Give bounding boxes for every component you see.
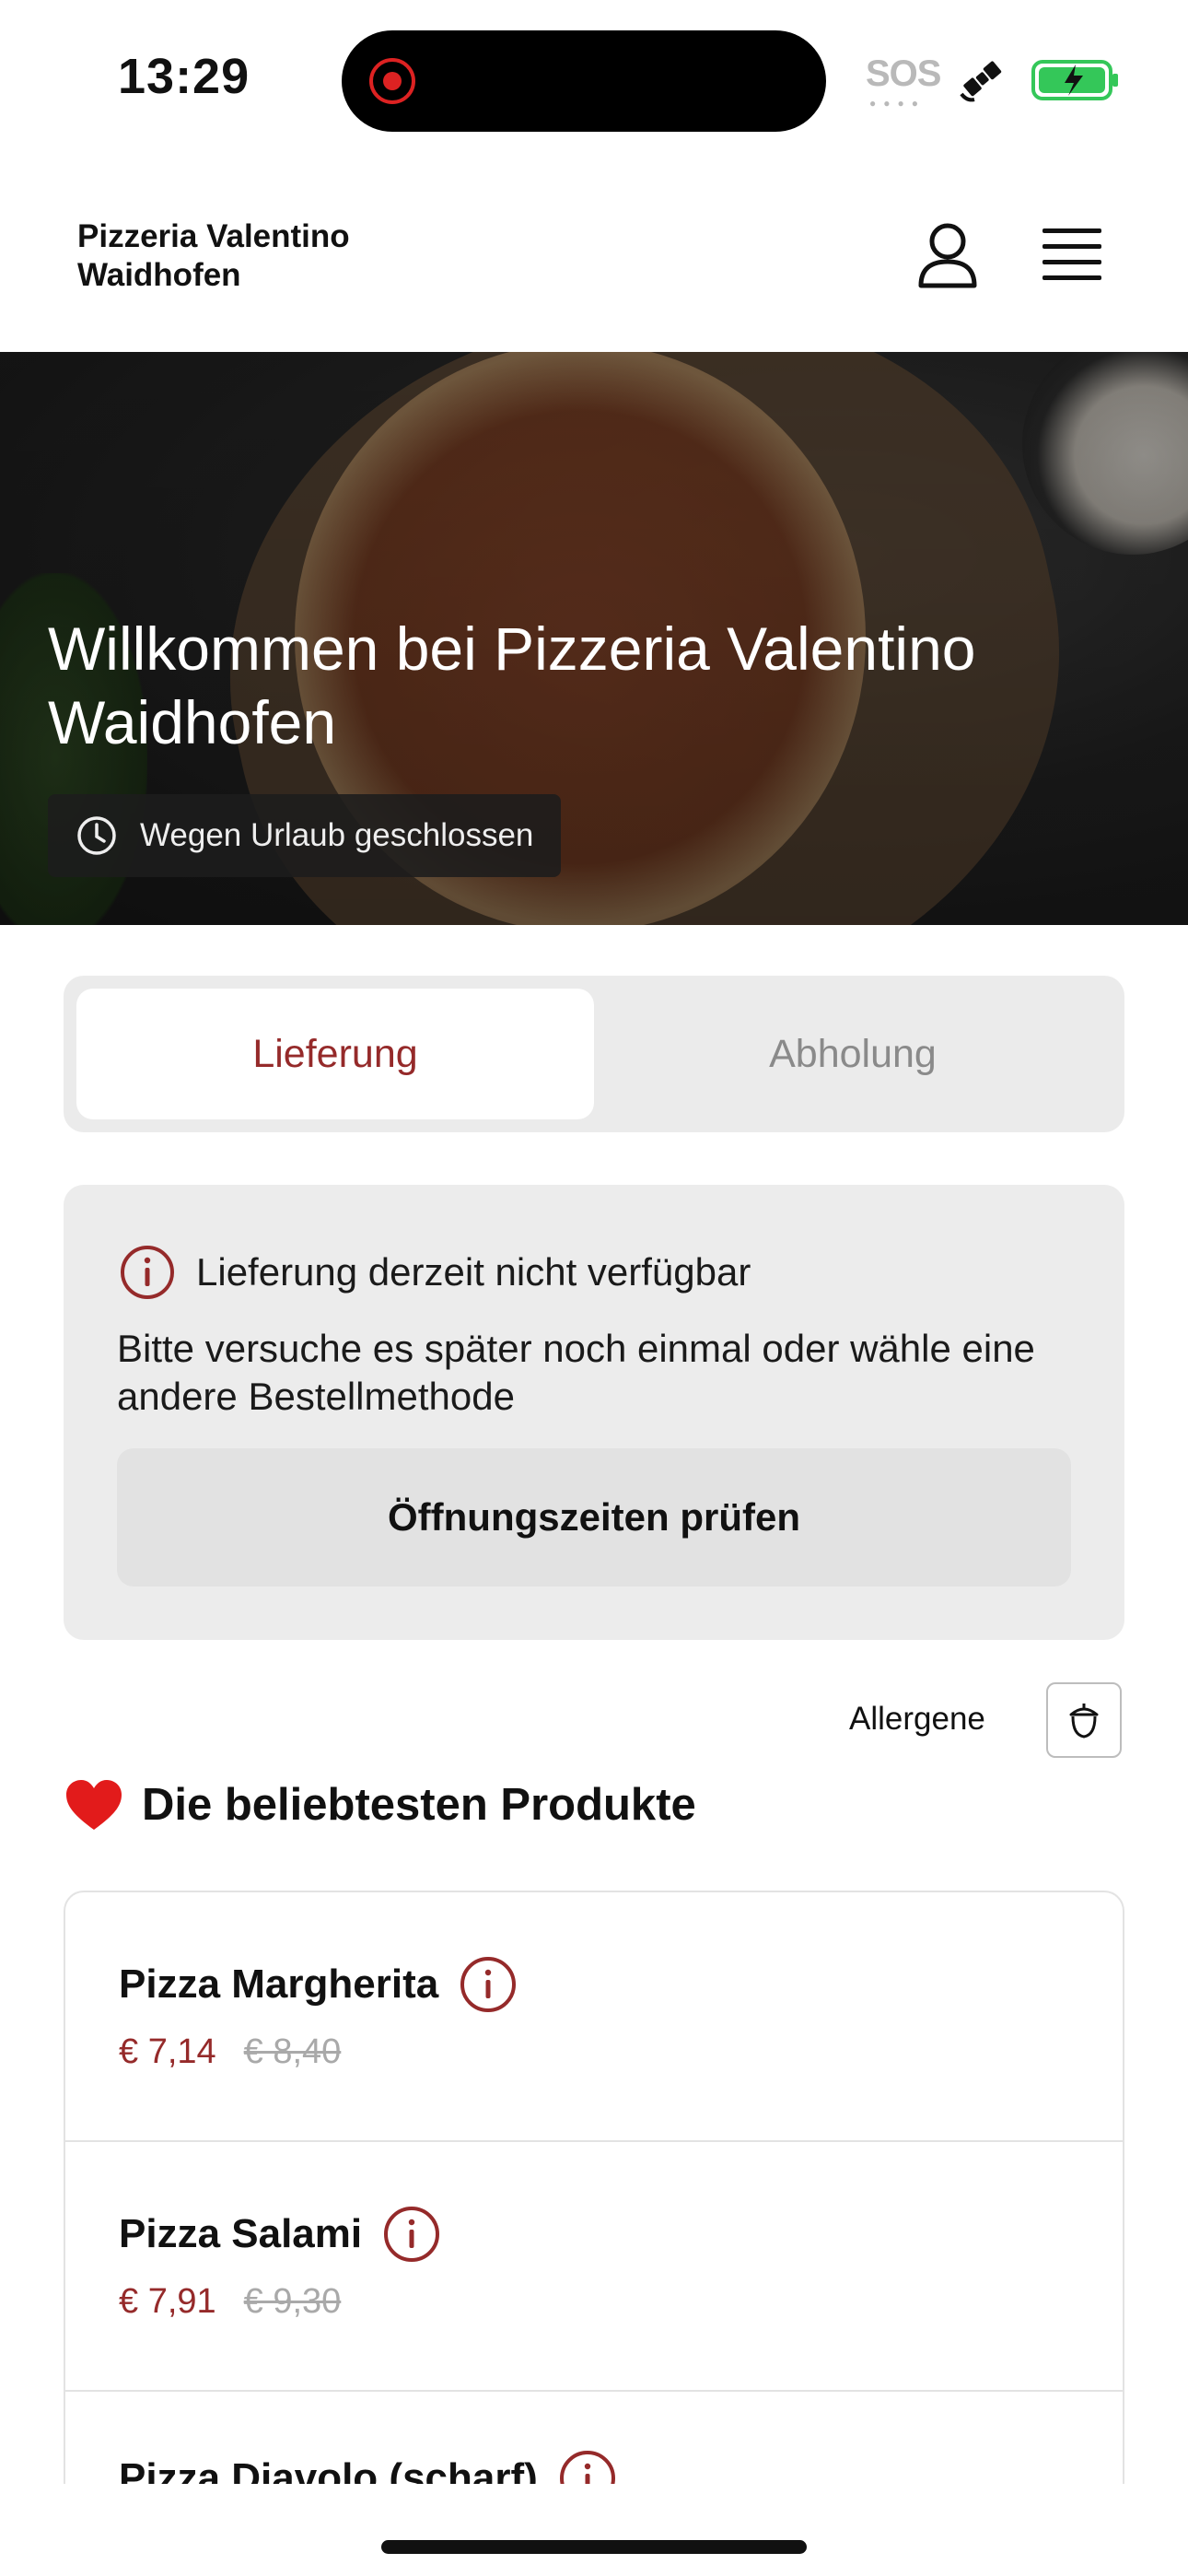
restaurant-name[interactable]: Pizzeria Valentino Waidhofen [77, 217, 446, 295]
product-name: Pizza Margherita [119, 1961, 439, 2007]
heart-icon [66, 1780, 122, 1830]
sos-indicator: SOS [866, 53, 941, 94]
delivery-unavailable-notice: Lieferung derzeit nicht verfügbar Bitte … [64, 1185, 1124, 1640]
status-badge-label: Wegen Urlaub geschlossen [140, 817, 534, 853]
tab-delivery[interactable]: Lieferung [76, 989, 594, 1119]
product-old-price: € 8,40 [243, 2032, 342, 2071]
product-item[interactable]: Pizza Salami € 7,91 € 9,30 [65, 2142, 1123, 2392]
battery-charging-icon [1031, 60, 1118, 100]
signal-dots: ●●●● [869, 97, 926, 110]
product-item[interactable]: Pizza Diavolo (scharf) [65, 2392, 1123, 2484]
status-badge: Wegen Urlaub geschlossen [48, 794, 562, 877]
info-icon[interactable] [558, 2449, 617, 2484]
app-header: Pizzeria Valentino Waidhofen [0, 157, 1188, 352]
acorn-icon [1069, 1704, 1099, 1739]
section-title-popular: Die beliebtesten Produkte [64, 1778, 696, 1832]
tab-pickup[interactable]: Abholung [594, 989, 1112, 1119]
hero-banner: Willkommen bei Pizzeria Valentino Waidho… [0, 352, 1188, 925]
allergens-label[interactable]: Allergene [849, 1701, 985, 1738]
info-icon[interactable] [382, 2205, 441, 2264]
home-indicator[interactable] [381, 2540, 807, 2554]
hero-title: Willkommen bei Pizzeria Valentino Waidho… [48, 615, 976, 756]
notice-text: Bitte versuche es später noch einmal ode… [117, 1327, 1035, 1418]
notice-header: Lieferung derzeit nicht verfügbar [119, 1244, 751, 1301]
clock-icon [77, 816, 116, 855]
check-opening-hours-button[interactable]: Öffnungszeiten prüfen [117, 1448, 1071, 1587]
status-bar: 13:29 SOS ●●●● [0, 0, 1188, 157]
order-mode-switch: Lieferung Abholung [64, 976, 1124, 1132]
account-icon[interactable] [915, 221, 980, 289]
notice-title: Lieferung derzeit nicht verfügbar [196, 1250, 751, 1294]
dynamic-island [342, 30, 826, 132]
info-icon [121, 1246, 174, 1299]
product-price: € 7,14 [119, 2032, 216, 2071]
info-icon[interactable] [459, 1955, 518, 2014]
hamburger-menu-icon[interactable] [1042, 228, 1101, 280]
satellite-icon [960, 61, 1002, 102]
product-item[interactable]: Pizza Margherita € 7,14 € 8,40 [65, 1892, 1123, 2142]
product-name: Pizza Salami [119, 2211, 363, 2256]
status-time: 13:29 [118, 49, 250, 104]
allergens-button[interactable] [1046, 1682, 1122, 1758]
product-price: € 7,91 [119, 2282, 216, 2321]
product-name: Pizza Diavolo (scharf) [119, 2455, 538, 2484]
popular-products-list: Pizza Margherita € 7,14 € 8,40 Pizza Sal… [64, 1891, 1124, 2484]
screen-recording-icon [369, 58, 415, 104]
section-title-label: Die beliebtesten Produkte [142, 1780, 696, 1830]
product-old-price: € 9,30 [243, 2282, 342, 2321]
